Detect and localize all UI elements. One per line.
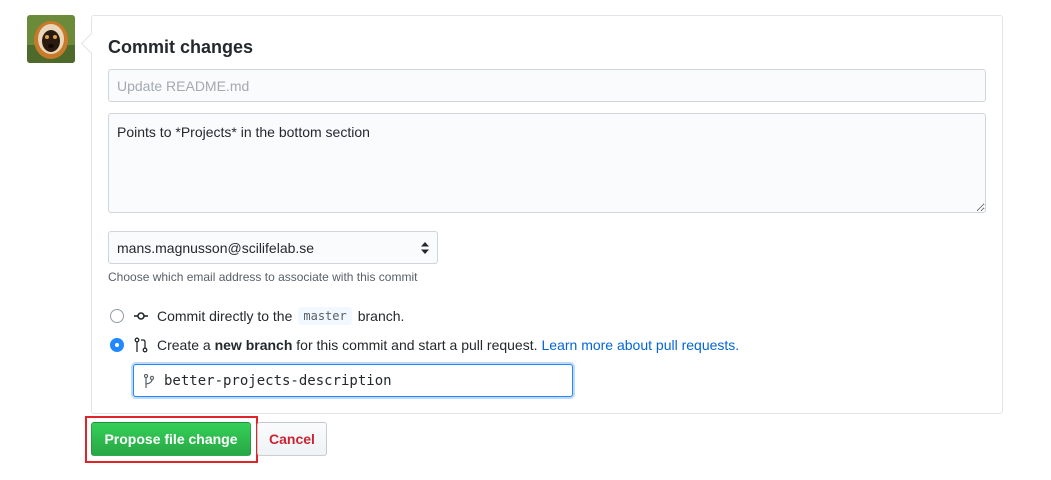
email-help-text: Choose which email address to associate …	[108, 270, 418, 284]
commit-changes-panel: Commit changes Points to *Projects* in t…	[91, 15, 1003, 414]
new-branch-option[interactable]: Create a new branch for this commit and …	[110, 335, 739, 355]
user-avatar[interactable]	[27, 15, 75, 63]
new-branch-prefix: Create a	[157, 337, 211, 353]
commit-direct-radio[interactable]	[110, 309, 124, 323]
unfold-icon	[421, 241, 429, 254]
commit-title: Commit changes	[108, 37, 254, 57]
new-branch-bold: new branch	[214, 337, 293, 353]
new-branch-suffix: for this commit and start a pull request…	[296, 337, 538, 353]
git-pull-request-icon	[134, 337, 148, 353]
commit-email-value: mans.magnusson@scilifelab.se	[117, 239, 315, 256]
git-commit-icon	[134, 312, 148, 320]
propose-file-change-button[interactable]: Propose file change	[91, 422, 251, 456]
commit-description-textarea[interactable]: Points to *Projects* in the bottom secti…	[108, 113, 986, 213]
new-branch-radio[interactable]	[110, 338, 124, 352]
commit-direct-suffix: branch.	[357, 308, 405, 324]
commit-direct-option[interactable]: Commit directly to the master branch.	[110, 306, 404, 326]
commit-direct-text: Commit directly to the	[157, 308, 293, 324]
branch-name-badge: master	[298, 307, 352, 325]
pull-requests-help-link[interactable]: Learn more about pull requests.	[542, 337, 740, 353]
git-branch-icon	[144, 373, 154, 388]
new-branch-input[interactable]	[164, 372, 572, 389]
commit-email-select[interactable]: mans.magnusson@scilifelab.se	[108, 231, 438, 264]
cancel-button[interactable]: Cancel	[257, 422, 327, 456]
commit-summary-input[interactable]	[108, 69, 986, 102]
new-branch-field[interactable]	[133, 364, 573, 397]
